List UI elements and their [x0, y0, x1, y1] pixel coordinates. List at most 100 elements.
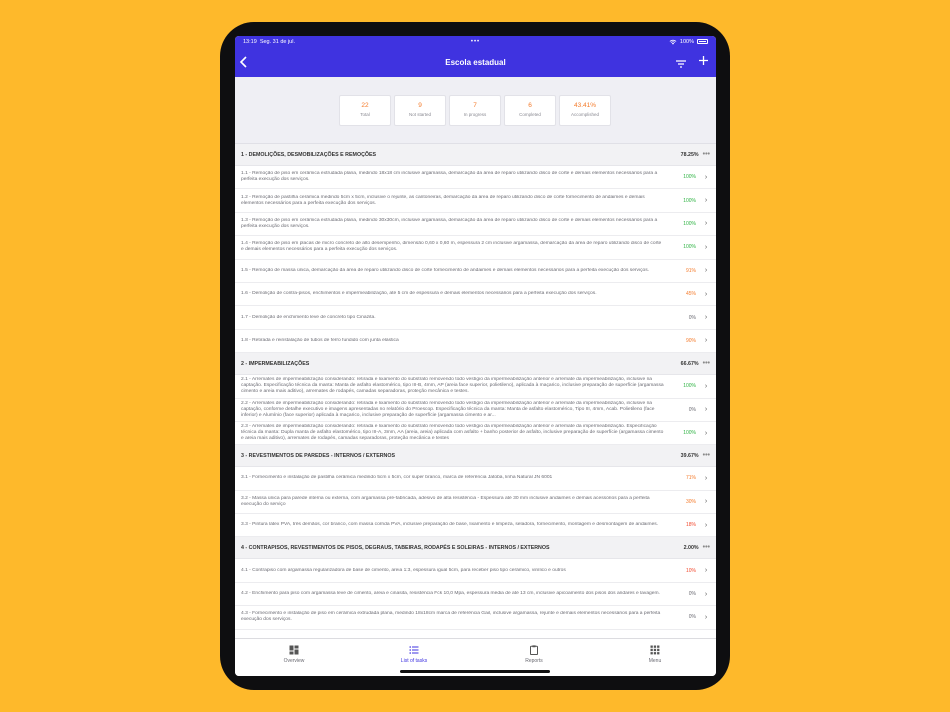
back-button[interactable]: [239, 56, 253, 70]
task-percent: 71%: [685, 475, 696, 482]
task-row[interactable]: 3.1 - Fornecimento e instalação de pasti…: [235, 467, 716, 491]
task-row[interactable]: 2.3 - Arremates de impermeabilização con…: [235, 422, 716, 446]
task-row[interactable]: 3.3 - Pintura látex PVA, três demãos, co…: [235, 514, 716, 538]
task-percent: 90%: [685, 337, 696, 344]
section-header[interactable]: 1 - DEMOLIÇÕES, DESMOBILIZAÇÕES E REMOÇÕ…: [235, 144, 716, 166]
chevron-right-icon: ›: [704, 173, 708, 181]
task-percent: 0%: [688, 614, 696, 621]
task-list[interactable]: 1 - DEMOLIÇÕES, DESMOBILIZAÇÕES E REMOÇÕ…: [235, 144, 716, 638]
task-text: 4.3 - Fornecimento e instalação de piso …: [241, 611, 661, 623]
tab-label: Overview: [283, 658, 305, 664]
status-right: 100%: [553, 39, 708, 45]
stat-label: In progress: [463, 112, 487, 117]
task-row[interactable]: 1.1 - Remoção de piso em cerâmica extrud…: [235, 166, 716, 190]
section-percent: 2.00%: [683, 544, 699, 551]
task-text: 2.1 - Arremates de impermeabilização con…: [241, 377, 664, 395]
stat-label: Not started: [408, 112, 431, 117]
task-percent: 100%: [683, 383, 696, 390]
stat-completed: 6 Completed: [504, 95, 556, 126]
task-text: 1.4 - Remoção de piso em placas de micro…: [241, 241, 662, 253]
chevron-right-icon: ›: [704, 220, 708, 228]
app-screen: 13:19 Seg. 31 de jul. ••• 100% Escola es…: [235, 36, 716, 676]
chevron-right-icon: ›: [704, 267, 708, 275]
tab-overview[interactable]: Overview: [264, 645, 324, 664]
task-row[interactable]: 3.2 - Massa única para parede interna ou…: [235, 491, 716, 515]
chevron-right-icon: ›: [704, 243, 708, 251]
task-row[interactable]: 1.8 - Retirada e reinstalação de tubos d…: [235, 330, 716, 354]
stat-accomplished: 43.41% Accomplished: [559, 95, 611, 126]
more-icon[interactable]: •••: [703, 544, 710, 551]
task-percent: 100%: [683, 174, 696, 181]
task-percent: 45%: [685, 291, 696, 298]
section-title: 3 - REVESTIMENTOS DE PAREDES - INTERNOS …: [241, 452, 396, 459]
task-row[interactable]: 4.3 - Fornecimento e instalação de piso …: [235, 606, 716, 630]
page-title: Escola estadual: [445, 57, 506, 67]
multitasking-dots[interactable]: •••: [398, 39, 553, 45]
task-text: 3.3 - Pintura látex PVA, três demãos, co…: [241, 522, 659, 528]
section-title: 2 - IMPERMEABILIZAÇÕES: [241, 360, 310, 367]
section-percent: 78.25%: [680, 151, 699, 158]
tab-list-of-tasks[interactable]: List of tasks: [384, 645, 444, 664]
dashboard-icon: [289, 645, 299, 655]
task-text: 1.3 - Remoção de piso em cerâmica extrud…: [241, 217, 658, 229]
task-text: 1.7 - Demolição de enchimento leve de co…: [241, 314, 376, 320]
task-text: 1.8 - Retirada e reinstalação de tubos d…: [241, 337, 399, 343]
chevron-right-icon: ›: [704, 337, 708, 345]
wifi-icon: [669, 39, 677, 45]
chevron-left-icon: [239, 56, 247, 68]
tab-menu[interactable]: Menu: [625, 645, 685, 664]
task-row[interactable]: 1.5 - Remoção de massa única, demarcação…: [235, 260, 716, 283]
task-percent: 91%: [685, 267, 696, 274]
task-percent: 0%: [688, 314, 696, 321]
task-text: 3.2 - Massa única para parede interna ou…: [241, 495, 650, 507]
task-row[interactable]: 4.1 - Contrapiso com argamassa regulariz…: [235, 559, 716, 583]
task-row[interactable]: 2.1 - Arremates de impermeabilização con…: [235, 375, 716, 399]
task-row[interactable]: 1.7 - Demolição de enchimento leve de co…: [235, 306, 716, 330]
stat-value: 7: [473, 102, 477, 109]
tab-reports[interactable]: Reports: [504, 645, 564, 664]
chevron-right-icon: ›: [704, 521, 708, 529]
section-percent: 66.67%: [680, 360, 699, 367]
task-row[interactable]: 1.2 - Remoção de pastilha cerâmica medin…: [235, 189, 716, 213]
chevron-right-icon: ›: [704, 197, 708, 205]
status-date: Seg. 31 de jul.: [259, 38, 295, 45]
task-text: 4.2 - Enchimento para piso com argamassa…: [241, 591, 660, 597]
clipboard-icon: [530, 645, 538, 655]
home-indicator[interactable]: [400, 670, 550, 673]
filter-button[interactable]: [675, 56, 687, 68]
more-icon[interactable]: •••: [703, 151, 710, 158]
chevron-right-icon: ›: [704, 429, 708, 437]
task-row[interactable]: 1.6 - Demolição de contra-pisos, enchime…: [235, 283, 716, 307]
task-percent: 0%: [688, 591, 696, 598]
stat-value: 22: [361, 102, 369, 109]
task-percent: 30%: [685, 498, 696, 505]
add-button[interactable]: [696, 53, 710, 69]
task-percent: 100%: [683, 244, 696, 251]
task-percent: 10%: [685, 567, 696, 574]
status-bar: 13:19 Seg. 31 de jul. ••• 100%: [235, 36, 716, 47]
chevron-right-icon: ›: [704, 567, 708, 575]
task-row[interactable]: 1.3 - Remoção de piso em cerâmica extrud…: [235, 213, 716, 237]
battery-percent: 100%: [679, 38, 694, 45]
task-row[interactable]: 1.4 - Remoção de piso em placas de micro…: [235, 236, 716, 260]
tab-label: List of tasks: [400, 658, 428, 664]
task-text: 1.5 - Remoção de massa única, demarcação…: [241, 267, 650, 273]
grid-icon: [650, 645, 660, 655]
stat-not-started: 9 Not started: [394, 95, 446, 126]
task-text: 4.1 - Contrapiso com argamassa regulariz…: [241, 567, 566, 573]
tab-label: Reports: [525, 658, 543, 664]
more-icon[interactable]: •••: [703, 360, 710, 367]
task-text: 2.3 - Arremates de impermeabilização con…: [241, 424, 664, 442]
task-row[interactable]: 2.2 - Arremates de impermeabilização con…: [235, 399, 716, 422]
chevron-right-icon: ›: [704, 290, 708, 298]
task-row[interactable]: 4.2 - Enchimento para piso com argamassa…: [235, 583, 716, 607]
section-title: 1 - DEMOLIÇÕES, DESMOBILIZAÇÕES E REMOÇÕ…: [241, 151, 377, 158]
section-header[interactable]: 4 - CONTRAPISOS, REVESTIMENTOS DE PISOS,…: [235, 537, 716, 560]
stat-value: 6: [528, 102, 532, 109]
battery-icon: [697, 39, 708, 44]
section-header[interactable]: 3 - REVESTIMENTOS DE PAREDES - INTERNOS …: [235, 445, 716, 468]
chevron-right-icon: ›: [704, 382, 708, 390]
task-percent: 100%: [683, 197, 696, 204]
section-header[interactable]: 2 - IMPERMEABILIZAÇÕES 66.67% •••: [235, 353, 716, 376]
more-icon[interactable]: •••: [703, 452, 710, 459]
